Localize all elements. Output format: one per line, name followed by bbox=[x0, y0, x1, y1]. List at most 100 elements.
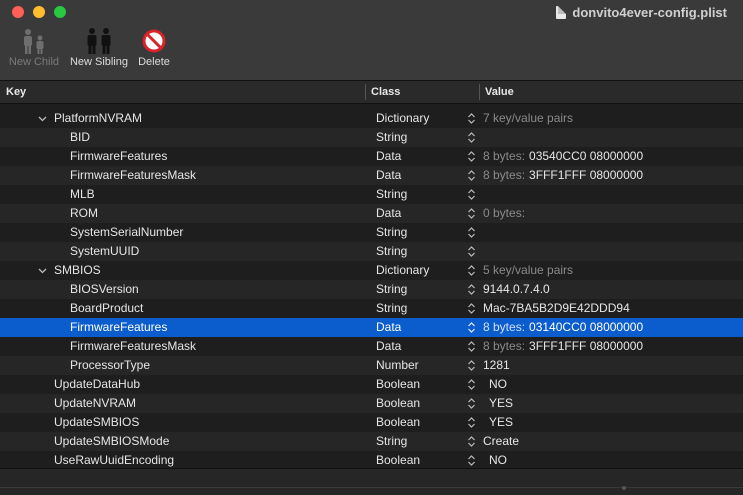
up-down-stepper-icon[interactable] bbox=[467, 299, 476, 318]
up-down-stepper-icon[interactable] bbox=[467, 394, 476, 413]
row-key[interactable]: FirmwareFeaturesMask bbox=[70, 166, 196, 185]
row-class[interactable]: Dictionary bbox=[376, 109, 429, 128]
zoom-window-button[interactable] bbox=[54, 6, 66, 18]
row-value[interactable]: 8 bytes: 3FFF1FFF 08000000 bbox=[467, 166, 643, 185]
delete-button[interactable]: Delete bbox=[135, 26, 173, 76]
row-class[interactable]: String bbox=[376, 185, 407, 204]
row-class[interactable]: Boolean bbox=[376, 413, 420, 432]
row-value[interactable]: YES bbox=[467, 413, 513, 432]
row-value[interactable]: 1281 bbox=[467, 356, 510, 375]
up-down-stepper-icon[interactable] bbox=[467, 375, 476, 394]
up-down-stepper-icon[interactable] bbox=[467, 109, 476, 128]
outline-row[interactable]: BID String bbox=[0, 128, 743, 147]
up-down-stepper-icon[interactable] bbox=[467, 223, 476, 242]
row-class[interactable]: String bbox=[376, 223, 407, 242]
row-key[interactable]: BID bbox=[70, 128, 90, 147]
new-child-button[interactable]: New Child bbox=[5, 26, 63, 76]
row-class[interactable]: Data bbox=[376, 318, 401, 337]
row-class[interactable]: Data bbox=[376, 204, 401, 223]
row-key[interactable]: FirmwareFeatures bbox=[70, 147, 167, 166]
row-value[interactable]: 8 bytes: 03540CC0 08000000 bbox=[467, 147, 643, 166]
row-class[interactable]: String bbox=[376, 128, 407, 147]
row-key[interactable]: BIOSVersion bbox=[70, 280, 139, 299]
row-key[interactable]: FirmwareFeatures bbox=[70, 318, 167, 337]
row-key[interactable]: ROM bbox=[70, 204, 98, 223]
row-class[interactable]: Data bbox=[376, 337, 401, 356]
column-divider[interactable] bbox=[365, 84, 366, 100]
row-key[interactable]: UpdateSMBIOSMode bbox=[54, 432, 169, 451]
outline-row[interactable]: FirmwareFeaturesMask Data 8 bytes: 3FFF1FFF… bbox=[0, 337, 743, 356]
new-sibling-button[interactable]: New Sibling bbox=[67, 26, 131, 76]
up-down-stepper-icon[interactable] bbox=[467, 242, 476, 261]
disclosure-chevron-down-icon[interactable] bbox=[37, 261, 47, 280]
row-class[interactable]: Data bbox=[376, 147, 401, 166]
row-class[interactable]: String bbox=[376, 280, 407, 299]
outline-row[interactable]: ROM Data 0 bytes: bbox=[0, 204, 743, 223]
row-class[interactable]: Boolean bbox=[376, 394, 420, 413]
row-class[interactable]: Number bbox=[376, 356, 419, 375]
outline-row[interactable]: ProcessorType Number 1281 bbox=[0, 356, 743, 375]
outline-row[interactable]: UpdateNVRAM Boolean YES bbox=[0, 394, 743, 413]
row-value[interactable]: 0 bytes: bbox=[467, 204, 525, 223]
outline-row[interactable]: UpdateSMBIOS Boolean YES bbox=[0, 413, 743, 432]
outline-row[interactable]: SMBIOS Dictionary 5 key/value pairs bbox=[0, 261, 743, 280]
outline-row[interactable]: FirmwareFeatures Data 8 bytes: 03140CC0 080… bbox=[0, 318, 743, 337]
up-down-stepper-icon[interactable] bbox=[467, 413, 476, 432]
row-key[interactable]: SystemSerialNumber bbox=[70, 223, 183, 242]
column-divider[interactable] bbox=[479, 84, 480, 100]
row-key[interactable]: UpdateNVRAM bbox=[54, 394, 136, 413]
outline-row[interactable]: BIOSVersion String 9144.0.7.4.0 bbox=[0, 280, 743, 299]
column-value[interactable]: Value bbox=[485, 81, 514, 103]
row-value[interactable]: Mac-7BA5B2D9E42DDD94 bbox=[467, 299, 630, 318]
up-down-stepper-icon[interactable] bbox=[467, 280, 476, 299]
minimize-window-button[interactable] bbox=[33, 6, 45, 18]
row-value[interactable]: Create bbox=[467, 432, 519, 451]
outline-row[interactable]: BoardProduct String Mac-7BA5B2D9E42DDD94 bbox=[0, 299, 743, 318]
row-value[interactable]: 8 bytes: 3FFF1FFF 08000000 bbox=[467, 337, 643, 356]
row-value[interactable] bbox=[467, 223, 483, 242]
row-key[interactable]: MLB bbox=[70, 185, 95, 204]
up-down-stepper-icon[interactable] bbox=[467, 147, 476, 166]
outline-row[interactable]: FirmwareFeaturesMask Data 8 bytes: 3FFF1FFF… bbox=[0, 166, 743, 185]
outline-row[interactable]: UpdateSMBIOSMode String Create bbox=[0, 432, 743, 451]
row-value[interactable] bbox=[467, 128, 483, 147]
disclosure-chevron-down-icon[interactable] bbox=[37, 109, 47, 128]
outline-row[interactable]: MLB String bbox=[0, 185, 743, 204]
row-key[interactable]: SMBIOS bbox=[54, 261, 101, 280]
outline-row[interactable]: UpdateDataHub Boolean NO bbox=[0, 375, 743, 394]
outline-row[interactable]: SystemSerialNumber String bbox=[0, 223, 743, 242]
up-down-stepper-icon[interactable] bbox=[467, 185, 476, 204]
up-down-stepper-icon[interactable] bbox=[467, 337, 476, 356]
close-window-button[interactable] bbox=[12, 6, 24, 18]
outline-row[interactable]: FirmwareFeatures Data 8 bytes: 03540CC0 080… bbox=[0, 147, 743, 166]
up-down-stepper-icon[interactable] bbox=[467, 128, 476, 147]
row-value[interactable]: YES bbox=[467, 394, 513, 413]
row-class[interactable]: Data bbox=[376, 166, 401, 185]
resize-handle[interactable] bbox=[622, 486, 626, 490]
row-class[interactable]: String bbox=[376, 299, 407, 318]
row-value[interactable]: 5 key/value pairs bbox=[467, 261, 573, 280]
row-class[interactable]: Boolean bbox=[376, 375, 420, 394]
row-class[interactable]: Dictionary bbox=[376, 261, 429, 280]
outline-row[interactable]: SystemUUID String bbox=[0, 242, 743, 261]
row-value[interactable] bbox=[467, 242, 483, 261]
up-down-stepper-icon[interactable] bbox=[467, 318, 476, 337]
row-value[interactable]: NO bbox=[467, 375, 507, 394]
row-value[interactable]: 7 key/value pairs bbox=[467, 109, 573, 128]
up-down-stepper-icon[interactable] bbox=[467, 166, 476, 185]
up-down-stepper-icon[interactable] bbox=[467, 356, 476, 375]
row-value[interactable]: 8 bytes: 03140CC0 08000000 bbox=[467, 318, 643, 337]
row-value[interactable]: 9144.0.7.4.0 bbox=[467, 280, 550, 299]
row-key[interactable]: PlatformNVRAM bbox=[54, 109, 142, 128]
outline-row[interactable]: PlatformNVRAM Dictionary 7 key/value pairs bbox=[0, 109, 743, 128]
up-down-stepper-icon[interactable] bbox=[467, 261, 476, 280]
column-key[interactable]: Key bbox=[6, 81, 26, 103]
row-key[interactable]: FirmwareFeaturesMask bbox=[70, 337, 196, 356]
row-value[interactable] bbox=[467, 185, 483, 204]
row-key[interactable]: BoardProduct bbox=[70, 299, 143, 318]
up-down-stepper-icon[interactable] bbox=[467, 204, 476, 223]
row-key[interactable]: UpdateSMBIOS bbox=[54, 413, 139, 432]
row-class[interactable]: String bbox=[376, 242, 407, 261]
row-key[interactable]: UpdateDataHub bbox=[54, 375, 140, 394]
row-key[interactable]: ProcessorType bbox=[70, 356, 150, 375]
